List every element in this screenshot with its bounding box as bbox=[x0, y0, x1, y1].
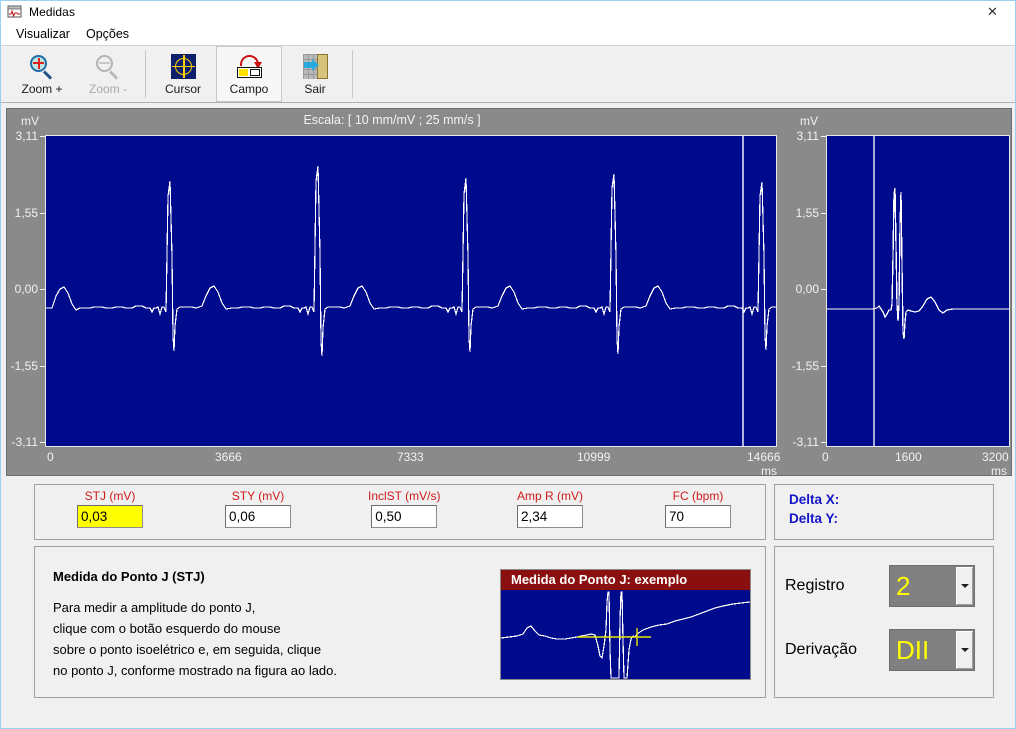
registro-label: Registro bbox=[785, 577, 845, 594]
zoom-y-tick-3: -1,55 bbox=[784, 359, 826, 373]
field-fc-input[interactable] bbox=[665, 505, 731, 528]
field-inclst-input[interactable] bbox=[371, 505, 438, 528]
close-icon[interactable]: ✕ bbox=[970, 1, 1015, 23]
toolbar: Zoom + Zoom - Cursor Campo Sair bbox=[1, 45, 1015, 103]
zoom-y-tick-4: -3,11 bbox=[784, 435, 826, 449]
zoom-in-icon bbox=[27, 53, 57, 81]
main-y-axis-unit: mV bbox=[21, 114, 39, 128]
derivacao-row: Derivação DII bbox=[785, 629, 975, 671]
main-y-tick-1: 1,55 bbox=[7, 206, 45, 220]
help-line-4: no ponto J, conforme mostrado na figura … bbox=[53, 663, 338, 678]
example-plot bbox=[501, 590, 750, 679]
ecg-main-plot[interactable] bbox=[45, 135, 777, 447]
delta-y-label: Delta Y: bbox=[789, 511, 839, 526]
window-controls: ✕ bbox=[970, 1, 1015, 23]
help-title: Medida do Ponto J (STJ) bbox=[53, 569, 205, 584]
zoom-x-tick-1: 1600 bbox=[895, 450, 922, 464]
field-ampr: Amp R (mV) bbox=[517, 489, 583, 528]
example-caption: Medida do Ponto J: exemplo bbox=[501, 570, 750, 590]
campo-button[interactable]: Campo bbox=[216, 46, 282, 102]
toolbar-separator bbox=[145, 50, 146, 98]
menu-item-visualizar[interactable]: Visualizar bbox=[8, 25, 78, 43]
field-fc-label: FC (bpm) bbox=[672, 489, 724, 503]
field-fc: FC (bpm) bbox=[665, 489, 731, 528]
derivacao-select[interactable]: DII bbox=[889, 629, 975, 671]
field-stj-input[interactable] bbox=[77, 505, 143, 528]
cursor-button[interactable]: Cursor bbox=[150, 46, 216, 102]
field-stj-label: STJ (mV) bbox=[84, 489, 136, 503]
main-y-tick-0: 3,11 bbox=[7, 129, 45, 143]
zoom-y-tick-2: 0,00 bbox=[784, 282, 826, 296]
scale-label: Escala: [ 10 mm/mV ; 25 mm/s ] bbox=[303, 113, 481, 127]
chevron-down-icon[interactable] bbox=[956, 567, 973, 605]
help-line-2: clique com o botão esquerdo do mouse bbox=[53, 621, 281, 636]
registro-value: 2 bbox=[896, 573, 911, 599]
campo-label: Campo bbox=[229, 81, 269, 96]
help-body: Para medir a amplitude do ponto J, cliqu… bbox=[53, 597, 337, 681]
zoom-y-tick-0: 3,11 bbox=[784, 129, 826, 143]
ecg-zoom-plot[interactable] bbox=[826, 135, 1010, 447]
sair-label: Sair bbox=[304, 81, 326, 96]
window-title: Medidas bbox=[29, 5, 76, 19]
main-x-tick-2: 7333 bbox=[397, 450, 424, 464]
field-sty-input[interactable] bbox=[225, 505, 291, 528]
example-figure: Medida do Ponto J: exemplo bbox=[500, 569, 751, 680]
menu-item-opcoes[interactable]: Opções bbox=[78, 25, 137, 43]
main-content: Escala: [ 10 mm/mV ; 25 mm/s ] mV 3,11 1… bbox=[1, 103, 1015, 728]
application-window: Medidas ✕ Visualizar Opções Zoom + Zoom … bbox=[0, 0, 1016, 729]
sair-button[interactable]: Sair bbox=[282, 46, 348, 102]
field-select-icon bbox=[234, 53, 264, 81]
main-x-tick-1: 3666 bbox=[215, 450, 242, 464]
zoom-x-tick-2: 3200 bbox=[982, 450, 1009, 464]
app-icon bbox=[7, 4, 23, 20]
main-x-tick-4: 14666 bbox=[747, 450, 781, 464]
cursor-label: Cursor bbox=[164, 81, 201, 96]
main-y-tick-3: -1,55 bbox=[7, 359, 45, 373]
zoom-out-icon bbox=[93, 53, 123, 81]
menu-bar: Visualizar Opções bbox=[1, 23, 1015, 45]
help-line-3: sobre o ponto isoelétrico e, em seguida,… bbox=[53, 642, 322, 657]
field-inclst-label: InclST (mV/s) bbox=[368, 489, 441, 503]
registro-row: Registro 2 bbox=[785, 565, 975, 607]
field-ampr-label: Amp R (mV) bbox=[517, 489, 583, 503]
registro-select[interactable]: 2 bbox=[889, 565, 975, 607]
zoom-x-tick-0: 0 bbox=[822, 450, 829, 464]
delta-x-label: Delta X: bbox=[789, 492, 840, 507]
main-y-tick-4: -3,11 bbox=[7, 435, 45, 449]
selector-panel: Registro 2 Derivação DII bbox=[774, 546, 994, 698]
ecg-plot-strip: Escala: [ 10 mm/mV ; 25 mm/s ] mV 3,11 1… bbox=[6, 108, 1012, 478]
zoom-out-label: Zoom - bbox=[88, 81, 127, 96]
zoom-in-button[interactable]: Zoom + bbox=[9, 46, 75, 102]
main-x-tick-0: 0 bbox=[47, 450, 54, 464]
exit-door-icon bbox=[300, 53, 330, 81]
field-stj: STJ (mV) bbox=[77, 489, 143, 528]
main-x-axis-unit: ms bbox=[761, 464, 777, 478]
derivacao-label: Derivação bbox=[785, 641, 858, 658]
chevron-down-icon-derivacao[interactable] bbox=[956, 631, 973, 669]
field-ampr-input[interactable] bbox=[517, 505, 583, 528]
delta-readout-panel: Delta X: Delta Y: bbox=[774, 484, 994, 540]
zoom-y-axis-unit: mV bbox=[800, 114, 818, 128]
main-x-tick-3: 10999 bbox=[577, 450, 611, 464]
zoom-y-tick-1: 1,55 bbox=[784, 206, 826, 220]
help-line-1: Para medir a amplitude do ponto J, bbox=[53, 600, 256, 615]
measurement-fields-panel: STJ (mV) STY (mV) InclST (mV/s) Amp R (m… bbox=[34, 484, 766, 540]
help-panel: Medida do Ponto J (STJ) Para medir a amp… bbox=[34, 546, 766, 698]
crosshair-icon bbox=[168, 53, 198, 81]
zoom-out-button[interactable]: Zoom - bbox=[75, 46, 141, 102]
derivacao-value: DII bbox=[896, 637, 930, 663]
window-bottom-strip bbox=[1, 706, 1015, 728]
field-sty: STY (mV) bbox=[225, 489, 291, 528]
toolbar-separator-end bbox=[352, 50, 353, 98]
main-y-tick-2: 0,00 bbox=[7, 282, 45, 296]
title-bar: Medidas ✕ bbox=[1, 1, 1015, 23]
zoom-in-label: Zoom + bbox=[21, 81, 63, 96]
field-sty-label: STY (mV) bbox=[231, 489, 285, 503]
zoom-x-axis-unit: ms bbox=[991, 464, 1007, 478]
field-inclst: InclST (mV/s) bbox=[368, 489, 440, 528]
